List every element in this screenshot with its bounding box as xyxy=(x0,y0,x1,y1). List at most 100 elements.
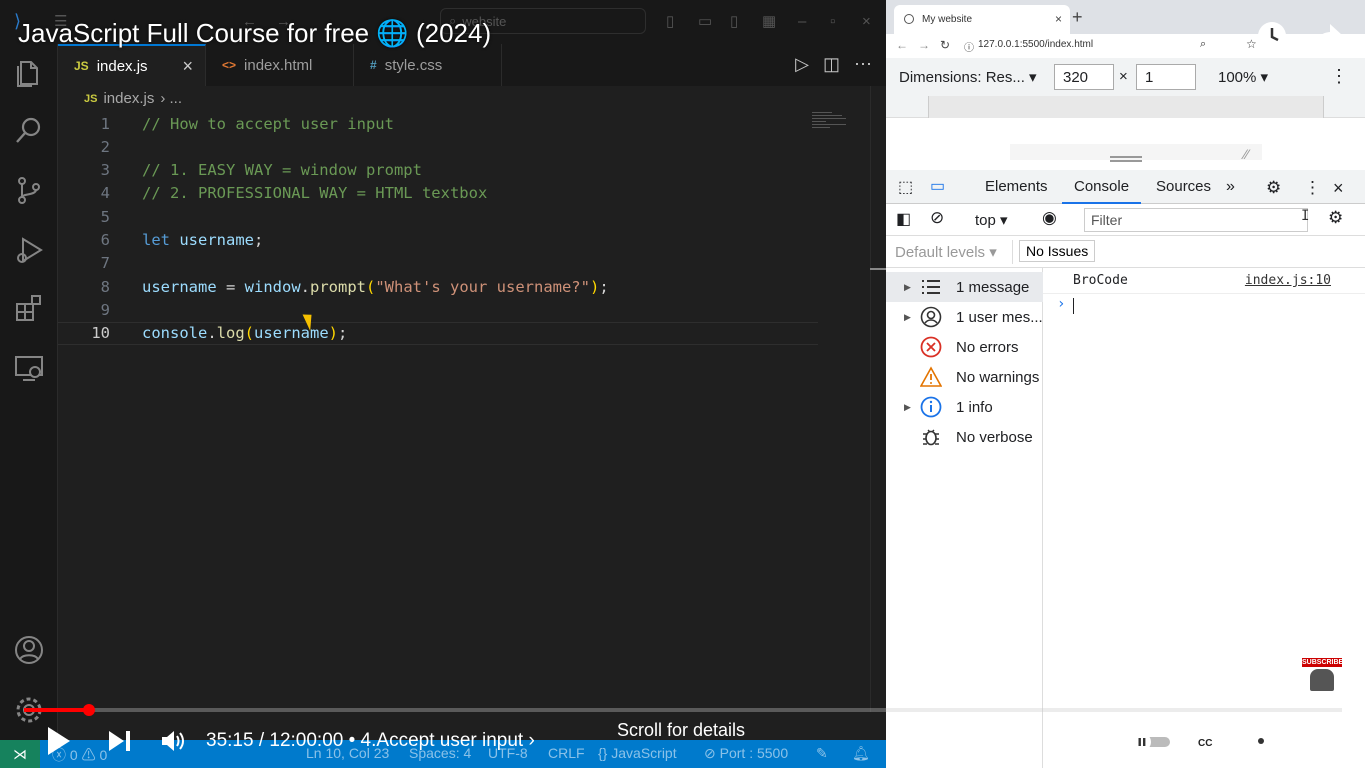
console-sidebar-item[interactable]: No verbose xyxy=(886,422,1043,452)
layout-sidebar-icon[interactable]: ▯ xyxy=(666,8,674,34)
chapter-title[interactable]: • 4.Accept user input › xyxy=(349,730,535,751)
volume-icon[interactable] xyxy=(160,728,186,759)
code-line[interactable]: 4 // 2. PROFESSIONAL WAY = HTML textbox xyxy=(58,182,818,205)
more-actions-icon[interactable]: ⋯ xyxy=(854,54,872,75)
code-line[interactable]: 1 // How to accept user input xyxy=(58,112,818,135)
code-line[interactable]: 5 xyxy=(58,205,818,228)
captions-icon[interactable]: CC xyxy=(1194,732,1220,757)
code-editor[interactable]: 1 // How to accept user input 2 3 // 1. EASY… xyxy=(58,112,870,712)
zoom-dropdown[interactable]: 100% ▾ xyxy=(1218,68,1268,86)
code-text[interactable]: username = window.prompt("What's your us… xyxy=(142,278,609,296)
search-icon[interactable] xyxy=(13,114,45,146)
exit-fullscreen-icon[interactable] xyxy=(1302,728,1328,759)
browser-tab[interactable]: My website × xyxy=(894,5,1070,34)
resize-grip-icon[interactable] xyxy=(1110,156,1142,158)
tab-index-html[interactable]: <> index.html xyxy=(206,44,354,86)
code-text[interactable]: // 2. PROFESSIONAL WAY = HTML textbox xyxy=(142,184,487,202)
height-input[interactable]: 1 xyxy=(1136,64,1196,90)
watch-later-icon[interactable] xyxy=(1256,20,1288,57)
video-scrubber-handle[interactable] xyxy=(82,704,95,716)
editor-scrollbar[interactable] xyxy=(870,86,886,712)
inspect-element-icon[interactable]: ⬚ xyxy=(898,177,913,197)
settings-gear-icon[interactable] xyxy=(1248,728,1274,759)
minimap[interactable] xyxy=(812,112,852,132)
code-line[interactable]: 2 xyxy=(58,135,818,158)
close-window-icon[interactable]: × xyxy=(862,8,871,34)
account-icon[interactable] xyxy=(13,634,45,666)
tab-index-js[interactable]: JS index.js × xyxy=(58,44,206,86)
video-title[interactable]: JavaScript Full Course for free 🌐 (2024) xyxy=(18,18,491,49)
breadcrumb-file[interactable]: index.js xyxy=(103,90,154,107)
code-line[interactable]: 10 console.log(username); xyxy=(58,321,818,345)
context-selector[interactable]: top ▾ xyxy=(975,211,1008,229)
corner-resize-icon[interactable]: ⁄⁄ xyxy=(1244,146,1249,162)
console-sidebar-item[interactable]: ▶ 1 info xyxy=(886,392,1043,422)
layout-panel-icon[interactable]: ▭ xyxy=(698,8,712,34)
video-time-and-chapter[interactable]: 35:15 / 12:00:00 • 4.Accept user input › xyxy=(206,730,535,752)
live-expression-eye-icon[interactable]: ◉ xyxy=(1042,208,1057,228)
devtools-tab-console[interactable]: Console xyxy=(1062,170,1142,204)
log-levels-dropdown[interactable]: Default levels ▾ xyxy=(895,243,997,261)
run-file-icon[interactable]: ▷ xyxy=(795,54,809,75)
new-tab-icon[interactable]: + xyxy=(1072,7,1083,28)
expand-triangle-icon[interactable]: ▶ xyxy=(904,312,911,323)
sidebar-toggle-icon[interactable]: ◧ xyxy=(896,209,911,229)
address-bar[interactable]: ← → ↻ ⓘ 127.0.0.1:5500/index.html ⌕ ☆ xyxy=(886,34,1365,58)
explorer-icon[interactable] xyxy=(13,56,45,88)
subscribe-badge[interactable]: SUBSCRIBE xyxy=(1302,658,1343,698)
split-editor-icon[interactable]: ◫ xyxy=(823,54,840,75)
close-tab-icon[interactable]: × xyxy=(1055,12,1062,26)
console-sidebar-item[interactable]: No errors xyxy=(886,332,1043,362)
maximize-icon[interactable]: ▫ xyxy=(830,8,835,34)
console-sidebar-item[interactable]: ▶ 1 user mes... xyxy=(886,302,1043,332)
clear-console-icon[interactable]: ⊘ xyxy=(930,208,944,228)
issues-button[interactable]: No Issues xyxy=(1019,240,1096,262)
back-icon[interactable]: ← xyxy=(896,38,908,52)
url-text[interactable]: 127.0.0.1:5500/index.html xyxy=(978,39,1093,50)
customize-layout-icon[interactable]: ▦ xyxy=(762,8,776,34)
devtools-close-icon[interactable]: × xyxy=(1333,178,1344,199)
source-control-icon[interactable] xyxy=(13,174,45,206)
breadcrumb-rest[interactable]: › ... xyxy=(160,90,182,107)
code-text[interactable]: // How to accept user input xyxy=(142,115,394,133)
log-source-link[interactable]: index.js:10 xyxy=(1245,273,1331,288)
zoom-icon[interactable]: ⌕ xyxy=(1200,38,1206,51)
devtools-tab-elements[interactable]: Elements xyxy=(985,178,1048,195)
console-sidebar-item[interactable]: No warnings xyxy=(886,362,1043,392)
code-text[interactable]: // 1. EASY WAY = window prompt xyxy=(142,161,422,179)
tab-style-css[interactable]: # style.css xyxy=(354,44,502,86)
play-icon[interactable] xyxy=(46,726,72,761)
devtools-settings-icon[interactable]: ⚙ xyxy=(1266,178,1281,198)
code-line[interactable]: 9 xyxy=(58,298,818,321)
code-line[interactable]: 6 let username; xyxy=(58,229,818,252)
code-text[interactable]: let username; xyxy=(142,231,263,249)
expand-triangle-icon[interactable]: ▶ xyxy=(904,282,911,293)
video-progress-bar[interactable] xyxy=(24,704,1342,716)
console-input-caret[interactable] xyxy=(1073,298,1074,314)
close-tab-icon[interactable]: × xyxy=(182,56,193,77)
console-settings-icon[interactable]: ⚙ xyxy=(1328,208,1343,228)
run-debug-icon[interactable] xyxy=(13,234,45,266)
forward-icon[interactable]: → xyxy=(918,38,930,52)
code-line[interactable]: 3 // 1. EASY WAY = window prompt xyxy=(58,159,818,182)
remote-explorer-icon[interactable] xyxy=(13,352,45,384)
next-video-icon[interactable] xyxy=(108,730,132,757)
site-info-icon[interactable]: ⓘ xyxy=(964,39,974,54)
code-line[interactable]: 8 username = window.prompt("What's your u… xyxy=(58,275,818,298)
breadcrumb[interactable]: JS index.js › ... xyxy=(84,90,182,107)
console-filter-input[interactable]: Filter xyxy=(1084,208,1308,232)
devtools-tab-sources[interactable]: Sources xyxy=(1156,178,1211,195)
autoplay-toggle[interactable] xyxy=(1130,732,1172,757)
reload-icon[interactable]: ↻ xyxy=(940,38,950,52)
device-toggle-icon[interactable]: ▭ xyxy=(930,176,945,196)
share-icon[interactable] xyxy=(1312,22,1344,55)
width-input[interactable]: 320 xyxy=(1054,64,1114,90)
scroll-for-details-hint[interactable]: Scroll for details xyxy=(617,720,745,741)
extensions-icon[interactable] xyxy=(13,292,45,324)
minimize-icon[interactable]: – xyxy=(798,8,806,34)
expand-triangle-icon[interactable]: ▶ xyxy=(904,402,911,413)
dimensions-dropdown[interactable]: Dimensions: Res... ▾ xyxy=(899,68,1037,86)
device-more-icon[interactable]: ⋮ xyxy=(1330,66,1348,87)
code-line[interactable]: 7 xyxy=(58,252,818,275)
console-sidebar-item[interactable]: ▶ 1 message xyxy=(886,272,1043,302)
